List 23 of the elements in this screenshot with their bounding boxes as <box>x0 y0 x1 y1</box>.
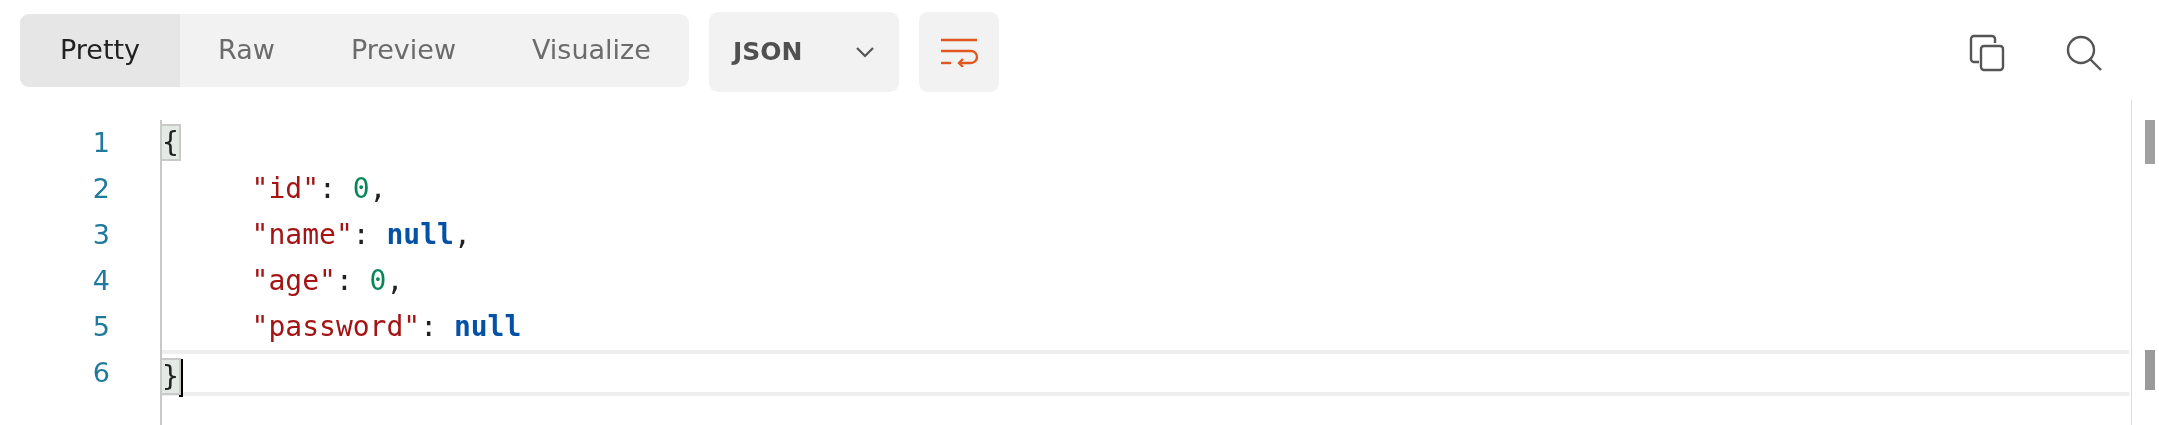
wrap-lines-button[interactable] <box>918 12 999 92</box>
copy-icon <box>1969 34 2005 72</box>
text-cursor <box>178 359 183 397</box>
scrollbar-thumb[interactable] <box>2145 120 2155 164</box>
scrollbar-thumb[interactable] <box>2145 350 2155 390</box>
code-line: "password": null <box>251 310 522 343</box>
line-number: 4 <box>92 265 110 296</box>
code-line: "id": 0, <box>251 172 387 205</box>
view-tab[interactable]: Visualize <box>494 14 689 87</box>
view-tab[interactable]: Pretty <box>20 14 181 87</box>
wrap-lines-icon <box>938 37 979 67</box>
search-icon <box>2065 34 2103 72</box>
code-line: "name": null, <box>251 218 471 251</box>
chevron-down-icon <box>854 46 875 58</box>
line-number: 5 <box>92 311 110 342</box>
code-line: "age": 0, <box>251 264 404 297</box>
format-dropdown[interactable]: JSON <box>708 12 899 92</box>
line-number: 1 <box>92 127 110 158</box>
view-tab[interactable]: Preview <box>312 14 494 87</box>
view-tab[interactable]: Raw <box>180 14 313 87</box>
line-number: 6 <box>92 357 110 388</box>
line-number: 2 <box>92 173 110 204</box>
line-number: 3 <box>92 219 110 250</box>
